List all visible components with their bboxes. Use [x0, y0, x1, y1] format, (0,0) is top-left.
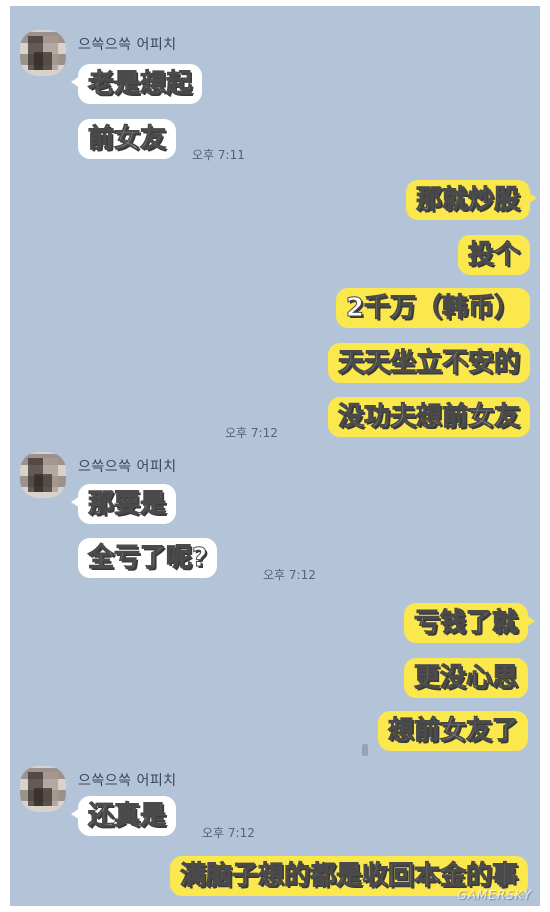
- sender-avatar[interactable]: [20, 452, 66, 498]
- message-bubble-outgoing[interactable]: 天天坐立不安的: [327, 343, 530, 383]
- message-bubble-outgoing[interactable]: 2千万（韩币）: [335, 288, 530, 328]
- message-timestamp: 오후 7:11: [192, 148, 245, 162]
- message-bubble-incoming[interactable]: 全亏了呢?: [78, 538, 218, 578]
- message-bubble-incoming[interactable]: 还真是: [70, 796, 177, 836]
- message-bubble-outgoing[interactable]: 想前女友了: [377, 711, 528, 751]
- chat-screen: 으쓱으쓱 어피치 老是想起 前女友 오후 7:11 那就炒股 投个 2千万（韩币…: [10, 6, 540, 906]
- message-timestamp: 오후 7:12: [225, 426, 278, 440]
- sender-avatar[interactable]: [20, 30, 66, 76]
- message-bubble-incoming[interactable]: 老是想起: [70, 64, 203, 104]
- message-bubble-outgoing[interactable]: 亏钱了就: [403, 603, 536, 643]
- message-bubble-outgoing[interactable]: 更没心思: [403, 658, 528, 698]
- message-bubble-outgoing[interactable]: 那就炒股: [405, 180, 538, 220]
- message-timestamp: 오후 7:12: [263, 568, 316, 582]
- sender-name: 으쓱으쓱 어피치: [78, 37, 177, 53]
- message-bubble-outgoing[interactable]: 投个: [457, 235, 530, 275]
- sender-name: 으쓱으쓱 어피치: [78, 773, 177, 789]
- message-timestamp: 오후 7:12: [202, 826, 255, 840]
- message-bubble-incoming[interactable]: 前女友: [78, 119, 177, 159]
- scroll-indicator: [362, 744, 368, 756]
- watermark: GAMERSKY: [457, 888, 532, 902]
- message-bubble-outgoing[interactable]: 没功夫想前女友: [327, 397, 530, 437]
- sender-avatar[interactable]: [20, 766, 66, 812]
- message-bubble-incoming[interactable]: 那要是: [70, 484, 177, 524]
- sender-name: 으쓱으쓱 어피치: [78, 459, 177, 475]
